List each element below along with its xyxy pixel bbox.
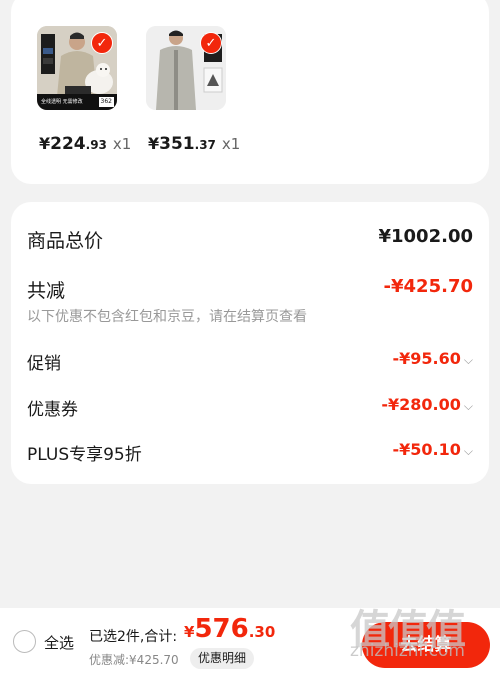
product-thumbnail-2[interactable]: ✓ [146, 26, 226, 110]
discount-row: 共减 -¥425.70 以下优惠不包含红包和京豆，请在结算页查看 [27, 276, 473, 326]
coupon-row[interactable]: 优惠券 -¥280.00 ⌵ [27, 395, 473, 420]
check-icon[interactable]: ✓ [200, 32, 222, 54]
plus-value: -¥50.10 ⌵ [393, 440, 474, 459]
coupon-label: 优惠券 [27, 400, 78, 420]
promo-row[interactable]: 促销 -¥95.60 ⌵ [27, 349, 473, 374]
chevron-down-icon[interactable]: ⌵ [464, 399, 473, 413]
item-price-1: ¥224.93 x1 [39, 134, 131, 154]
promo-label: 促销 [27, 354, 61, 374]
selected-total: ¥576.30 [184, 614, 275, 644]
banner-text: 全线透明 无需修改 [41, 99, 83, 105]
select-all-radio[interactable] [13, 630, 36, 653]
total-dec: .30 [248, 623, 276, 641]
price-summary-card: 商品总价 ¥1002.00 共减 -¥425.70 以下优惠不包含红包和京豆，请… [11, 202, 489, 484]
promo-value: -¥95.60 ⌵ [393, 349, 474, 368]
cart-items-card: ✓ 全线透明 无需修改 362 ✓ ¥224.93 x1 ¥351.37 x1 [11, 0, 489, 184]
total-row: 商品总价 ¥1002.00 [27, 226, 473, 253]
discount-label: 共减 [27, 280, 66, 302]
price-int: 351 [159, 134, 195, 154]
chevron-down-icon[interactable]: ⌵ [464, 444, 473, 458]
total-currency: ¥ [184, 623, 195, 641]
coupon-amount: -¥280.00 [381, 395, 461, 414]
total-value: ¥1002.00 [378, 226, 473, 247]
price-currency: ¥ [39, 134, 51, 153]
item-quantity: x1 [112, 135, 132, 153]
check-icon[interactable]: ✓ [91, 32, 113, 54]
discount-detail-button[interactable]: 优惠明细 [190, 648, 255, 669]
select-all-label[interactable]: 全选 [44, 632, 74, 653]
price-dec: .37 [194, 138, 216, 152]
promo-amount: -¥95.60 [392, 349, 461, 368]
price-currency: ¥ [148, 134, 160, 153]
checkout-bar: 全选 已选2件,合计: ¥576.30 优惠减:¥425.70 优惠明细 去结算 [0, 608, 500, 676]
product-banner: 全线透明 无需修改 362 [37, 94, 117, 110]
plus-label: PLUS专享95折 [27, 445, 142, 465]
total-label: 商品总价 [27, 230, 104, 252]
discount-note: 以下优惠不包含红包和京豆，请在结算页查看 [27, 309, 307, 325]
chevron-down-icon[interactable]: ⌵ [464, 353, 473, 367]
discount-value: -¥425.70 [383, 276, 473, 297]
discount-summary: 优惠减:¥425.70 [89, 653, 179, 667]
price-dec: .93 [85, 138, 107, 152]
plus-amount: -¥50.10 [392, 440, 461, 459]
selected-info: 已选2件,合计: [89, 629, 178, 645]
item-price-2: ¥351.37 x1 [148, 134, 240, 154]
checkout-button[interactable]: 去结算 [362, 622, 490, 668]
total-int: 576 [194, 614, 249, 644]
banner-badge: 362 [98, 97, 114, 107]
coupon-value: -¥280.00 ⌵ [381, 395, 473, 414]
plus-row[interactable]: PLUS专享95折 -¥50.10 ⌵ [27, 440, 473, 465]
price-int: 224 [50, 134, 86, 154]
item-quantity: x1 [221, 135, 241, 153]
product-thumbnail-1[interactable]: ✓ 全线透明 无需修改 362 [37, 26, 117, 110]
